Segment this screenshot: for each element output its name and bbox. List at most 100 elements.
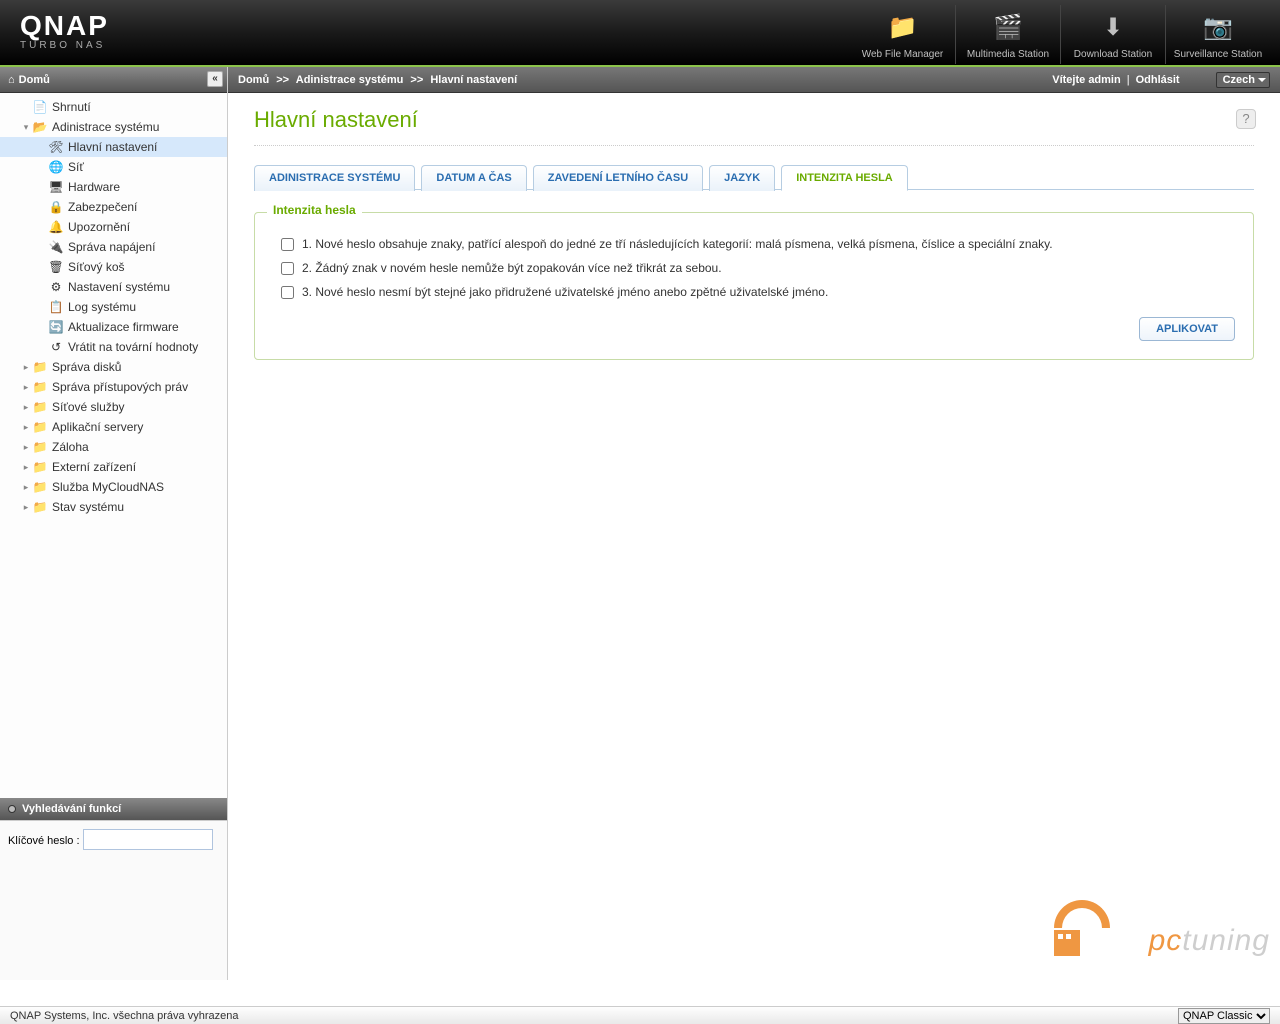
tree-item-label: Stav systému bbox=[52, 500, 124, 514]
tree-item-label: Adinistrace systému bbox=[52, 120, 159, 134]
app-web-file-manager[interactable]: 📁 Web File Manager bbox=[850, 5, 955, 64]
crumb-sep: >> bbox=[276, 74, 289, 86]
logout-link[interactable]: Odhlásit bbox=[1136, 74, 1180, 86]
brand-subtitle: TURBO NAS bbox=[20, 40, 109, 51]
sidebar-item-extern-za-zen-[interactable]: ▸📁 Externí zařízení bbox=[0, 457, 227, 477]
language-label: Czech bbox=[1223, 74, 1255, 86]
tree-item-icon: 📁 bbox=[32, 459, 48, 475]
tree-item-icon: 🖥 bbox=[48, 179, 64, 195]
crumb-page: Hlavní nastavení bbox=[430, 74, 517, 86]
language-dropdown[interactable]: Czech bbox=[1216, 72, 1270, 88]
sidebar-item-upozorn-n-[interactable]: 🔔Upozornění bbox=[0, 217, 227, 237]
crumb-home[interactable]: Domů bbox=[238, 74, 269, 86]
crumb-section[interactable]: Adinistrace systému bbox=[296, 74, 404, 86]
sidebar-item-stav-syst-mu[interactable]: ▸📁Stav systému bbox=[0, 497, 227, 517]
header-app-launcher: 📁 Web File Manager 🎬 Multimedia Station … bbox=[850, 5, 1270, 64]
sidebar-item-spr-va-p-stupov-ch-pr-v[interactable]: ▸📁 Správa přístupových práv bbox=[0, 377, 227, 397]
tree-toggle-icon[interactable]: ▸ bbox=[20, 362, 32, 373]
rule-2-label: 2. Žádný znak v novém hesle nemůže být z… bbox=[302, 261, 722, 275]
tree-item-icon: 🔌 bbox=[48, 239, 64, 255]
tab-jazyk[interactable]: JAZYK bbox=[709, 165, 775, 191]
sidebar-item-s-ov-slu-by[interactable]: ▸📁Síťové služby bbox=[0, 397, 227, 417]
bullet-icon bbox=[8, 805, 16, 813]
tree-item-label: Správa přístupových práv bbox=[52, 380, 188, 394]
app-label: Download Station bbox=[1061, 49, 1165, 60]
tab-adinistrace-syst-mu[interactable]: ADINISTRACE SYSTÉMU bbox=[254, 165, 415, 191]
tab-datum-a-as[interactable]: DATUM A ČAS bbox=[421, 165, 526, 191]
tree-toggle-icon[interactable]: ▸ bbox=[20, 402, 32, 413]
help-icon[interactable]: ? bbox=[1236, 109, 1256, 129]
tree-toggle-icon[interactable]: ▸ bbox=[20, 502, 32, 513]
tree-toggle-icon[interactable]: ▸ bbox=[20, 382, 32, 393]
password-strength-fieldset: Intenzita hesla 1. Nové heslo obsahuje z… bbox=[254, 212, 1254, 360]
tree-item-label: Externí zařízení bbox=[52, 460, 136, 474]
tree-item-icon: 📁 bbox=[32, 379, 48, 395]
sidebar-item-slu-ba-mycloudnas[interactable]: ▸📁Služba MyCloudNAS bbox=[0, 477, 227, 497]
sidebar-item-s-[interactable]: 🌐Síť bbox=[0, 157, 227, 177]
tree-item-label: Záloha bbox=[52, 440, 89, 454]
rule-1-checkbox[interactable] bbox=[281, 238, 294, 251]
sidebar-collapse-button[interactable]: « bbox=[207, 71, 223, 87]
fieldset-legend: Intenzita hesla bbox=[267, 203, 362, 217]
app-header: QNAP TURBO NAS 📁 Web File Manager 🎬 Mult… bbox=[0, 0, 1280, 67]
search-panel: Klíčové heslo : bbox=[0, 820, 227, 980]
app-label: Web File Manager bbox=[850, 49, 955, 60]
crumb-sep: >> bbox=[410, 74, 423, 86]
sidebar-item-adinistrace-syst-mu[interactable]: ▾📂 Adinistrace systému bbox=[0, 117, 227, 137]
sidebar-item-shrnut-[interactable]: 📄Shrnutí bbox=[0, 97, 227, 117]
theme-select[interactable]: QNAP Classic bbox=[1178, 1008, 1270, 1024]
tab-intenzita-hesla[interactable]: INTENZITA HESLA bbox=[781, 165, 908, 191]
sidebar-item-z-loha[interactable]: ▸📁 Záloha bbox=[0, 437, 227, 457]
sidebar-title: Domů bbox=[19, 74, 50, 86]
tree-toggle-icon[interactable]: ▾ bbox=[20, 122, 32, 133]
tab-zaveden-letn-ho-asu[interactable]: ZAVEDENÍ LETNÍHO ČASU bbox=[533, 165, 703, 191]
sidebar-item-vr-tit-na-tov-rn-hodnoty[interactable]: ↺Vrátit na tovární hodnoty bbox=[0, 337, 227, 357]
tree-item-label: Aplikační servery bbox=[52, 420, 143, 434]
download-app-icon: ⬇ bbox=[1095, 9, 1131, 45]
tree-item-label: Zabezpečení bbox=[68, 200, 137, 214]
tree-toggle-icon[interactable]: ▸ bbox=[20, 422, 32, 433]
rule-row: 2. Žádný znak v novém hesle nemůže být z… bbox=[281, 261, 1235, 275]
tree-item-icon: 🛠 bbox=[48, 139, 64, 155]
tree-item-label: Správa disků bbox=[52, 360, 121, 374]
tree-item-label: Služba MyCloudNAS bbox=[52, 480, 164, 494]
tree-toggle-icon[interactable]: ▸ bbox=[20, 462, 32, 473]
app-surveillance-station[interactable]: 📷 Surveillance Station bbox=[1165, 5, 1270, 64]
welcome-text: Vítejte admin bbox=[1052, 74, 1120, 86]
app-download-station[interactable]: ⬇ Download Station bbox=[1060, 5, 1165, 64]
tree-item-label: Správa napájení bbox=[68, 240, 155, 254]
app-multimedia-station[interactable]: 🎬 Multimedia Station bbox=[955, 5, 1060, 64]
breadcrumb: Domů >> Adinistrace systému >> Hlavní na… bbox=[238, 74, 517, 86]
sidebar-item-log-syst-mu[interactable]: 📋 Log systému bbox=[0, 297, 227, 317]
sidebar-item-spr-va-disk-[interactable]: ▸📁Správa disků bbox=[0, 357, 227, 377]
tree-toggle-icon[interactable]: ▸ bbox=[20, 442, 32, 453]
apply-button[interactable]: APLIKOVAT bbox=[1139, 317, 1235, 341]
sidebar-item-spr-va-nap-jen-[interactable]: 🔌 Správa napájení bbox=[0, 237, 227, 257]
tree-item-label: Vrátit na tovární hodnoty bbox=[68, 340, 198, 354]
search-label: Klíčové heslo : bbox=[8, 835, 80, 847]
sidebar-item-zabezpe-en-[interactable]: 🔒Zabezpečení bbox=[0, 197, 227, 217]
rule-3-checkbox[interactable] bbox=[281, 286, 294, 299]
sidebar-item-s-ov-ko-[interactable]: 🗑Síťový koš bbox=[0, 257, 227, 277]
tree-item-label: Síťové služby bbox=[52, 400, 125, 414]
tree-item-label: Aktualizace firmware bbox=[68, 320, 179, 334]
watermark-part2: tuning bbox=[1182, 924, 1270, 957]
brand-name: QNAP bbox=[20, 10, 109, 42]
rule-row: 1. Nové heslo obsahuje znaky, patřící al… bbox=[281, 237, 1235, 251]
sidebar-item-nastaven-syst-mu[interactable]: ⚙ Nastavení systému bbox=[0, 277, 227, 297]
tree-item-label: Nastavení systému bbox=[68, 280, 170, 294]
tree-item-icon: 📂 bbox=[32, 119, 48, 135]
tree-item-label: Log systému bbox=[68, 300, 136, 314]
search-input[interactable] bbox=[83, 829, 213, 850]
sidebar: ⌂ Domů « 📄Shrnutí▾📂Adinistrace systému🛠H… bbox=[0, 67, 228, 980]
sidebar-item-aktualizace-firmware[interactable]: 🔄Aktualizace firmware bbox=[0, 317, 227, 337]
sidebar-item-hlavn-nastaven-[interactable]: 🛠Hlavní nastavení bbox=[0, 137, 227, 157]
tree-toggle-icon[interactable]: ▸ bbox=[20, 482, 32, 493]
tab-bar: ADINISTRACE SYSTÉMUDATUM A ČAS ZAVEDENÍ L… bbox=[254, 164, 1254, 190]
tree-item-icon: 📋 bbox=[48, 299, 64, 315]
tree-item-icon: ⚙ bbox=[48, 279, 64, 295]
sidebar-item-hardware[interactable]: 🖥Hardware bbox=[0, 177, 227, 197]
rule-2-checkbox[interactable] bbox=[281, 262, 294, 275]
sidebar-item-aplika-n-servery[interactable]: ▸📁Aplikační servery bbox=[0, 417, 227, 437]
tree-item-icon: 📁 bbox=[32, 439, 48, 455]
